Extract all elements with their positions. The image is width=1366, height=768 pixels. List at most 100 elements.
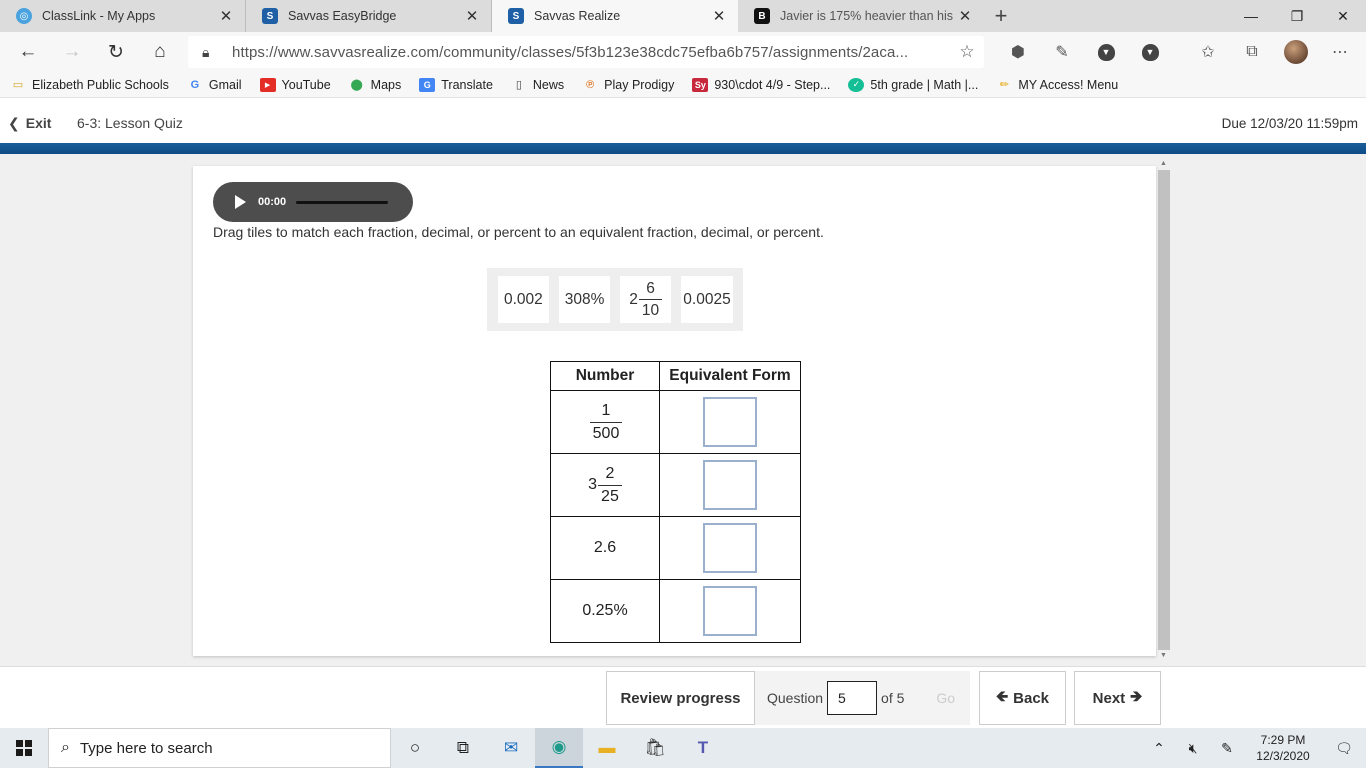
drop-target[interactable] [703, 586, 757, 636]
next-button[interactable]: Next 🡺 [1074, 671, 1161, 725]
exit-button[interactable]: ❮ Exit [8, 103, 51, 143]
fraction: 6 10 [638, 280, 663, 319]
table-row: 3 2 25 [550, 453, 801, 517]
favorite-my-access[interactable]: ✏︎ MY Access! Menu [996, 78, 1118, 92]
scroll-up-icon[interactable]: ▲ [1160, 160, 1167, 167]
notifications-icon[interactable]: 🗨︎ [1322, 740, 1366, 757]
cortana-icon[interactable]: ○ [391, 728, 439, 768]
more-menu-icon[interactable]: ⋯ [1318, 42, 1362, 62]
close-window-icon[interactable]: ✕ [1320, 0, 1366, 32]
mail-icon[interactable]: ✉ [487, 728, 535, 768]
favorite-maps[interactable]: ⬤ Maps [349, 78, 402, 92]
store-icon[interactable]: 🛍︎ [631, 728, 679, 768]
close-icon[interactable]: ✕ [463, 7, 481, 25]
arrow-right-icon: 🡺 [1130, 687, 1143, 705]
question-label: Question [767, 690, 824, 706]
shield-extension-icon[interactable]: ▼ [1084, 43, 1128, 61]
close-icon[interactable]: ✕ [217, 7, 235, 25]
chevron-up-icon[interactable]: ⌃ [1142, 740, 1176, 757]
table-row: 0.25% [550, 579, 801, 643]
scrollbar[interactable]: ▲ ▼ [1158, 160, 1170, 660]
tab-brainly[interactable]: B Javier is 175% heavier than his b ✕ [738, 0, 984, 32]
drop-target[interactable] [703, 460, 757, 510]
number-cell: 1 500 [550, 390, 660, 454]
classlink-icon: ◎ [16, 8, 32, 24]
tab-title: Javier is 175% heavier than his b [780, 9, 956, 23]
drop-target[interactable] [703, 523, 757, 573]
clock[interactable]: 7:29 PM 12/3/2020 [1244, 732, 1322, 764]
audio-player[interactable]: 00:00 [213, 182, 413, 222]
restore-icon[interactable]: ❐ [1274, 0, 1320, 32]
shield-extension-icon[interactable]: ▼ [1128, 43, 1172, 61]
favorite-news[interactable]: ▯ News [511, 78, 564, 92]
volume-muted-icon[interactable]: 🔇︎ [1176, 740, 1210, 757]
minimize-icon[interactable]: — [1228, 0, 1274, 32]
profile-avatar[interactable] [1274, 40, 1318, 64]
favorite-translate[interactable]: G Translate [419, 77, 493, 92]
task-view-icon[interactable]: ⧉ [439, 728, 487, 768]
teams-icon[interactable]: T [679, 728, 727, 768]
favorite-elizabeth-public-schools[interactable]: ▭ Elizabeth Public Schools [10, 78, 169, 92]
answer-tile[interactable]: 308% [558, 276, 611, 323]
url-text[interactable]: https://www.savvasrealize.com/community/… [232, 44, 950, 61]
play-icon[interactable] [235, 195, 246, 209]
tab-savvas-realize[interactable]: S Savvas Realize ✕ [492, 0, 738, 32]
time-text: 7:29 PM [1260, 733, 1306, 747]
brainly-icon: B [754, 8, 770, 24]
pen-icon[interactable]: ✎ [1210, 740, 1244, 757]
question-number-input[interactable]: 5 [827, 681, 878, 715]
taskbar-search-box[interactable]: ⌕ Type here to search [48, 728, 391, 768]
back-arrow-icon[interactable]: ← [6, 34, 50, 70]
review-progress-button[interactable]: Review progress [606, 671, 755, 725]
go-button[interactable]: Go [936, 690, 955, 706]
drop-target[interactable] [703, 397, 757, 447]
question-instructions: Drag tiles to match each fraction, decim… [213, 224, 824, 240]
address-bar[interactable]: 🔒︎ https://www.savvasrealize.com/communi… [188, 36, 984, 68]
due-date: Due 12/03/20 11:59pm [1221, 115, 1358, 131]
question-total: of 5 [881, 690, 905, 706]
favorite-symbolab[interactable]: Sy 930\cdot 4/9 - Step... [692, 77, 830, 92]
answer-tile[interactable]: 0.0025 [681, 276, 733, 323]
favorites-list-icon[interactable]: ✩ [1186, 42, 1230, 62]
next-label: Next [1092, 689, 1126, 707]
close-icon[interactable]: ✕ [956, 7, 974, 25]
favorite-khan-academy[interactable]: ✓ 5th grade | Math |... [848, 77, 978, 92]
windows-logo-icon [16, 740, 32, 756]
extension-icon[interactable]: ⬢ [996, 42, 1040, 62]
favorite-gmail[interactable]: G Gmail [187, 78, 242, 92]
page-title: 6-3: Lesson Quiz [77, 115, 183, 131]
prodigy-icon: ℗ [586, 78, 595, 91]
favorite-label: Play Prodigy [604, 77, 675, 92]
refresh-icon[interactable]: ↻ [94, 34, 138, 70]
back-button[interactable]: 🡸 Back [979, 671, 1066, 725]
file-explorer-icon[interactable]: ▬ [583, 728, 631, 768]
tile-bank: 0.002 308% 2 6 10 0.0025 [487, 268, 743, 331]
window-controls: — ❐ ✕ [1228, 0, 1366, 32]
favorite-youtube[interactable]: ▶ YouTube [259, 77, 331, 92]
favorite-label: News [532, 77, 565, 92]
windows-start-button[interactable] [0, 728, 48, 768]
edge-browser-icon[interactable]: ◉ [535, 728, 583, 768]
answer-tile[interactable]: 0.002 [498, 276, 549, 323]
tab-classlink[interactable]: ◎ ClassLink - My Apps ✕ [0, 0, 246, 32]
collections-icon[interactable]: ⧉ [1230, 43, 1274, 61]
tab-savvas-easybridge[interactable]: S Savvas EasyBridge ✕ [246, 0, 492, 32]
home-icon[interactable]: ⌂ [138, 34, 182, 70]
close-icon[interactable]: ✕ [710, 7, 728, 25]
audio-time: 00:00 [258, 196, 287, 208]
date-text: 12/3/2020 [1256, 749, 1310, 763]
favorite-play-prodigy[interactable]: ℗ Play Prodigy [582, 78, 674, 92]
answer-tile[interactable]: 2 6 10 [620, 276, 671, 323]
audio-progress-track[interactable] [296, 200, 389, 204]
tile-text: 308% [564, 290, 605, 308]
browser-tab-strip: ◎ ClassLink - My Apps ✕ S Savvas EasyBri… [0, 0, 1366, 32]
scrollbar-thumb[interactable] [1158, 170, 1170, 650]
tab-title: Savvas Realize [534, 9, 621, 23]
favorite-star-icon[interactable]: ☆ [950, 42, 984, 62]
extension-icons: ⬢ ✎ ▼ ▼ ✩ ⧉ ⋯ [996, 36, 1362, 68]
scroll-down-icon[interactable]: ▼ [1160, 652, 1167, 659]
khan-icon: ✓ [848, 77, 865, 92]
new-tab-button[interactable]: + [984, 0, 1018, 32]
pen-extension-icon[interactable]: ✎ [1040, 42, 1084, 62]
forward-arrow-icon[interactable]: → [50, 34, 94, 70]
